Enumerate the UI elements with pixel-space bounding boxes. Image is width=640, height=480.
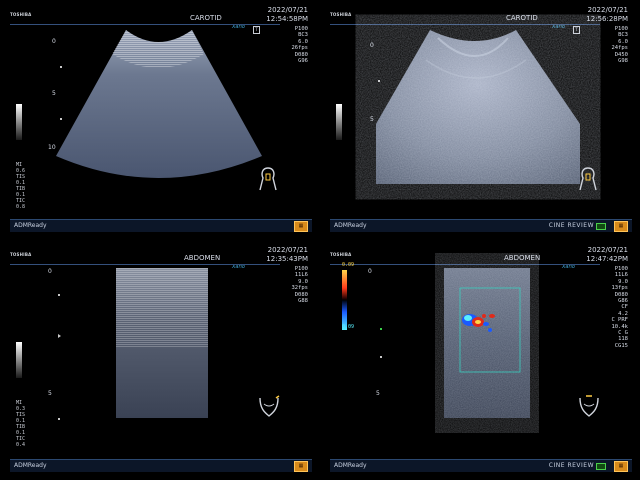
- grayscale-bar: [16, 104, 22, 140]
- cine-review-label[interactable]: CINE REVIEW: [549, 462, 594, 469]
- color-doppler-image: [444, 268, 530, 418]
- cine-review-label[interactable]: CINE REVIEW: [549, 222, 594, 229]
- body-mark-torso-icon: [259, 395, 280, 417]
- status-text: ADMReady: [14, 462, 47, 469]
- body-mark-neck-icon: [259, 167, 277, 191]
- body-mark-neck-icon: [579, 167, 597, 191]
- thermal-index-list: MI 0.3 TIS 0.1 TIB 0.1 TIC 0.4: [16, 400, 26, 448]
- store-image-icon[interactable]: ▦: [614, 461, 628, 472]
- status-text: ADMReady: [14, 222, 47, 229]
- status-bar: ADMReady ▦: [10, 219, 312, 232]
- cine-indicator-icon: [596, 463, 606, 470]
- ultrasound-panel-1: TOSHIBA CAROTID 2022/07/21 12:54:58PM Xa…: [6, 4, 316, 232]
- bmode-sector-image: [56, 30, 262, 178]
- status-text: ADMReady: [334, 222, 367, 229]
- body-mark-torso-icon: [579, 395, 599, 417]
- status-bar: ADMReady CINE REVIEW ▦: [330, 219, 632, 232]
- store-image-icon[interactable]: ▦: [614, 221, 628, 232]
- status-bar: ADMReady ▦: [10, 459, 312, 472]
- status-text: ADMReady: [334, 462, 367, 469]
- store-image-icon[interactable]: ▦: [294, 461, 308, 472]
- grayscale-bar: [336, 104, 342, 140]
- bmode-textured-image: [376, 30, 580, 184]
- bmode-linear-image: [116, 268, 208, 418]
- status-bar: ADMReady CINE REVIEW ▦: [330, 459, 632, 472]
- grayscale-bar: [16, 342, 22, 378]
- ultrasound-panel-4: TOSHIBA ABDOMEN 2022/07/21 12:47:42PM Xa…: [326, 244, 636, 472]
- ultrasound-panel-3: TOSHIBA ABDOMEN 2022/07/21 12:35:43PM Xa…: [6, 244, 316, 472]
- ultrasound-panel-2: TOSHIBA CAROTID 2022/07/21 12:56:28PM Xa…: [326, 4, 636, 232]
- cine-indicator-icon: [596, 223, 606, 230]
- thermal-index-list: MI 0.6 TIS 0.1 TIB 0.1 TIC 0.8: [16, 162, 26, 210]
- store-image-icon[interactable]: ▦: [294, 221, 308, 232]
